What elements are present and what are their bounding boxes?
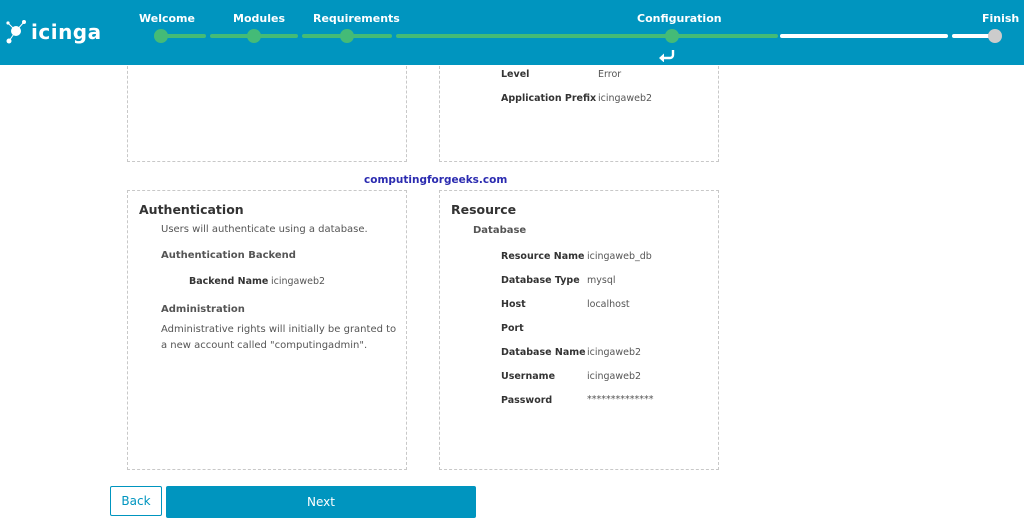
username-label: Username <box>501 371 556 382</box>
application-prefix-value: icingaweb2 <box>598 93 653 104</box>
progress-segment-finish <box>952 34 992 38</box>
logo-text: icinga <box>31 20 102 44</box>
authentication-panel: Authentication Users will authenticate u… <box>127 190 407 470</box>
authentication-backend-heading: Authentication Backend <box>161 250 296 261</box>
resource-name-label: Resource Name <box>501 251 585 262</box>
resource-title: Resource <box>451 202 517 217</box>
icinga-logo: icinga <box>5 17 105 51</box>
authentication-title: Authentication <box>139 202 244 217</box>
database-type-value: mysql <box>587 275 616 286</box>
database-name-value: icingaweb2 <box>587 347 642 358</box>
step-modules-dot[interactable] <box>247 29 261 43</box>
authentication-intro: Users will authenticate using a database… <box>161 224 368 235</box>
username-value: icingaweb2 <box>587 371 642 382</box>
return-arrow-icon <box>659 50 675 62</box>
password-value: ************** <box>587 394 654 405</box>
administration-heading: Administration <box>161 304 245 315</box>
host-label: Host <box>501 299 526 310</box>
application-prefix-label: Application Prefix <box>501 93 597 104</box>
step-finish-dot <box>988 29 1002 43</box>
summary-panel-top-left <box>127 66 407 162</box>
step-finish-label: Finish <box>982 12 1020 25</box>
resource-name-value: icingaweb_db <box>587 251 652 262</box>
next-button[interactable]: Next <box>166 486 476 518</box>
database-type-label: Database Type <box>501 275 580 286</box>
password-label: Password <box>501 395 553 406</box>
step-requirements-dot[interactable] <box>340 29 354 43</box>
step-modules-label[interactable]: Modules <box>233 12 285 25</box>
back-button[interactable]: Back <box>110 486 162 516</box>
resource-panel: Resource Database Resource Name icingawe… <box>439 190 719 470</box>
step-configuration-label[interactable]: Configuration <box>637 12 722 25</box>
database-name-label: Database Name <box>501 347 586 358</box>
resource-subtitle: Database <box>473 225 527 236</box>
logging-level-value: Error <box>598 69 622 80</box>
watermark-text: computingforgeeks.com <box>364 174 508 186</box>
administration-text: Administrative rights will initially be … <box>161 324 397 351</box>
backend-name-label: Backend Name <box>189 276 269 287</box>
step-welcome-label[interactable]: Welcome <box>139 12 195 25</box>
step-configuration-dot[interactable] <box>665 29 679 43</box>
progress-segment-configuration <box>396 34 778 38</box>
port-label: Port <box>501 323 524 334</box>
host-value: localhost <box>587 299 630 310</box>
wizard-header: icinga Welcome Modules Requirements Conf… <box>0 0 1024 65</box>
backend-name-value: icingaweb2 <box>271 276 326 287</box>
progress-segment-remaining <box>780 34 948 38</box>
step-welcome-dot[interactable] <box>154 29 168 43</box>
icinga-logo-icon <box>6 20 26 44</box>
step-requirements-label[interactable]: Requirements <box>313 12 400 25</box>
logging-panel: Level Error Application Prefix icingaweb… <box>439 66 719 162</box>
logging-level-label: Level <box>501 69 530 80</box>
